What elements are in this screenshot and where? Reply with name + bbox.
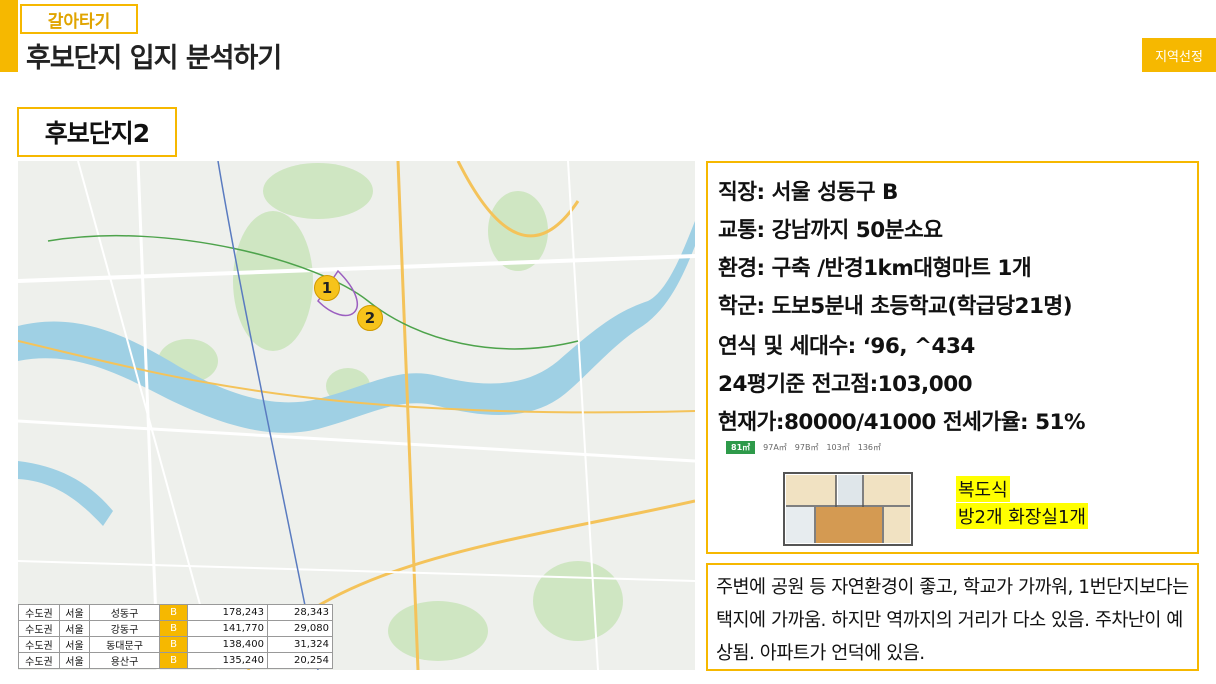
table-cell: 서울 — [58, 652, 91, 669]
table-cell: 수도권 — [18, 620, 60, 637]
table-cell: 28,343 — [267, 604, 333, 621]
floor-tab-97b[interactable]: 97B㎡ — [795, 442, 819, 453]
table-row: 수도권 서울 성동구 B 178,243 28,343 — [18, 604, 333, 621]
table-cell: 서울 — [58, 636, 91, 653]
grade-cell: B — [159, 652, 188, 669]
table-cell: 수도권 — [18, 652, 60, 669]
floor-tab-97a[interactable]: 97A㎡ — [763, 442, 787, 453]
location-map[interactable]: 1 2 수도권 서울 성동구 B 178,243 28,343 수도권 서울 강… — [18, 161, 695, 670]
grade-cell: B — [159, 620, 188, 637]
table-cell: 성동구 — [89, 604, 160, 621]
table-cell: 용산구 — [89, 652, 160, 669]
analysis-comment: 주변에 공원 등 자연환경이 좋고, 학교가 가까워, 1번단지보다는 택지에 … — [716, 577, 1189, 664]
map-marker-2[interactable]: 2 — [357, 305, 383, 331]
info-year-households: 연식 및 세대수: ‘96, ^434 — [718, 334, 975, 359]
floor-tab-81[interactable]: 81㎡ — [726, 441, 756, 454]
table-cell: 20,254 — [267, 652, 333, 669]
map-marker-1[interactable]: 1 — [314, 275, 340, 301]
table-row: 수도권 서울 동대문구 B 138,400 31,324 — [18, 636, 333, 653]
table-cell: 강동구 — [89, 620, 160, 637]
corridor-type-highlight: 복도식 — [956, 476, 1010, 502]
map-graphic — [18, 161, 695, 670]
table-cell: 동대문구 — [89, 636, 160, 653]
info-environment: 환경: 구축 /반경1km대형마트 1개 — [718, 256, 1032, 281]
rooms-highlight: 방2개 화장실1개 — [956, 503, 1088, 529]
info-school: 학군: 도보5분내 초등학교(학급당21명) — [718, 294, 1073, 319]
table-row: 수도권 서울 강동구 B 141,770 29,080 — [18, 620, 333, 637]
info-transport: 교통: 강남까지 50분소요 — [718, 218, 943, 243]
complex-name: 후보단지2 — [17, 107, 177, 157]
table-cell: 수도권 — [18, 604, 60, 621]
floor-area-tabs: 81㎡ 97A㎡ 97B㎡ 103㎡ 136㎡ — [726, 441, 881, 454]
analysis-comment-box: 주변에 공원 등 자연환경이 좋고, 학교가 가까워, 1번단지보다는 택지에 … — [706, 563, 1199, 671]
district-stats-table: 수도권 서울 성동구 B 178,243 28,343 수도권 서울 강동구 B… — [18, 604, 333, 669]
page-title: 후보단지 입지 분석하기 — [26, 43, 282, 74]
left-accent-bar — [0, 0, 18, 72]
table-cell: 178,243 — [187, 604, 268, 621]
table-cell: 135,240 — [187, 652, 268, 669]
info-previous-high: 24평기준 전고점:103,000 — [718, 372, 973, 397]
grade-cell: B — [159, 636, 188, 653]
table-cell: 29,080 — [267, 620, 333, 637]
complex-info-panel: 직장: 서울 성동구 B 교통: 강남까지 50분소요 환경: 구축 /반경1k… — [706, 161, 1199, 554]
table-row: 수도권 서울 용산구 B 135,240 20,254 — [18, 652, 333, 669]
table-cell: 31,324 — [267, 636, 333, 653]
table-cell: 수도권 — [18, 636, 60, 653]
grade-cell: B — [159, 604, 188, 621]
info-current-price: 현재가:80000/41000 전세가율: 51% — [718, 410, 1086, 435]
floor-plan-image — [778, 467, 918, 551]
info-workplace: 직장: 서울 성동구 B — [718, 180, 898, 205]
table-cell: 138,400 — [187, 636, 268, 653]
table-cell: 서울 — [58, 604, 91, 621]
section-tag: 갈아타기 — [20, 4, 138, 34]
region-select-button[interactable]: 지역선정 — [1142, 38, 1216, 72]
floor-tab-103[interactable]: 103㎡ — [826, 442, 849, 453]
floor-tab-136[interactable]: 136㎡ — [858, 442, 881, 453]
table-cell: 141,770 — [187, 620, 268, 637]
table-cell: 서울 — [58, 620, 91, 637]
